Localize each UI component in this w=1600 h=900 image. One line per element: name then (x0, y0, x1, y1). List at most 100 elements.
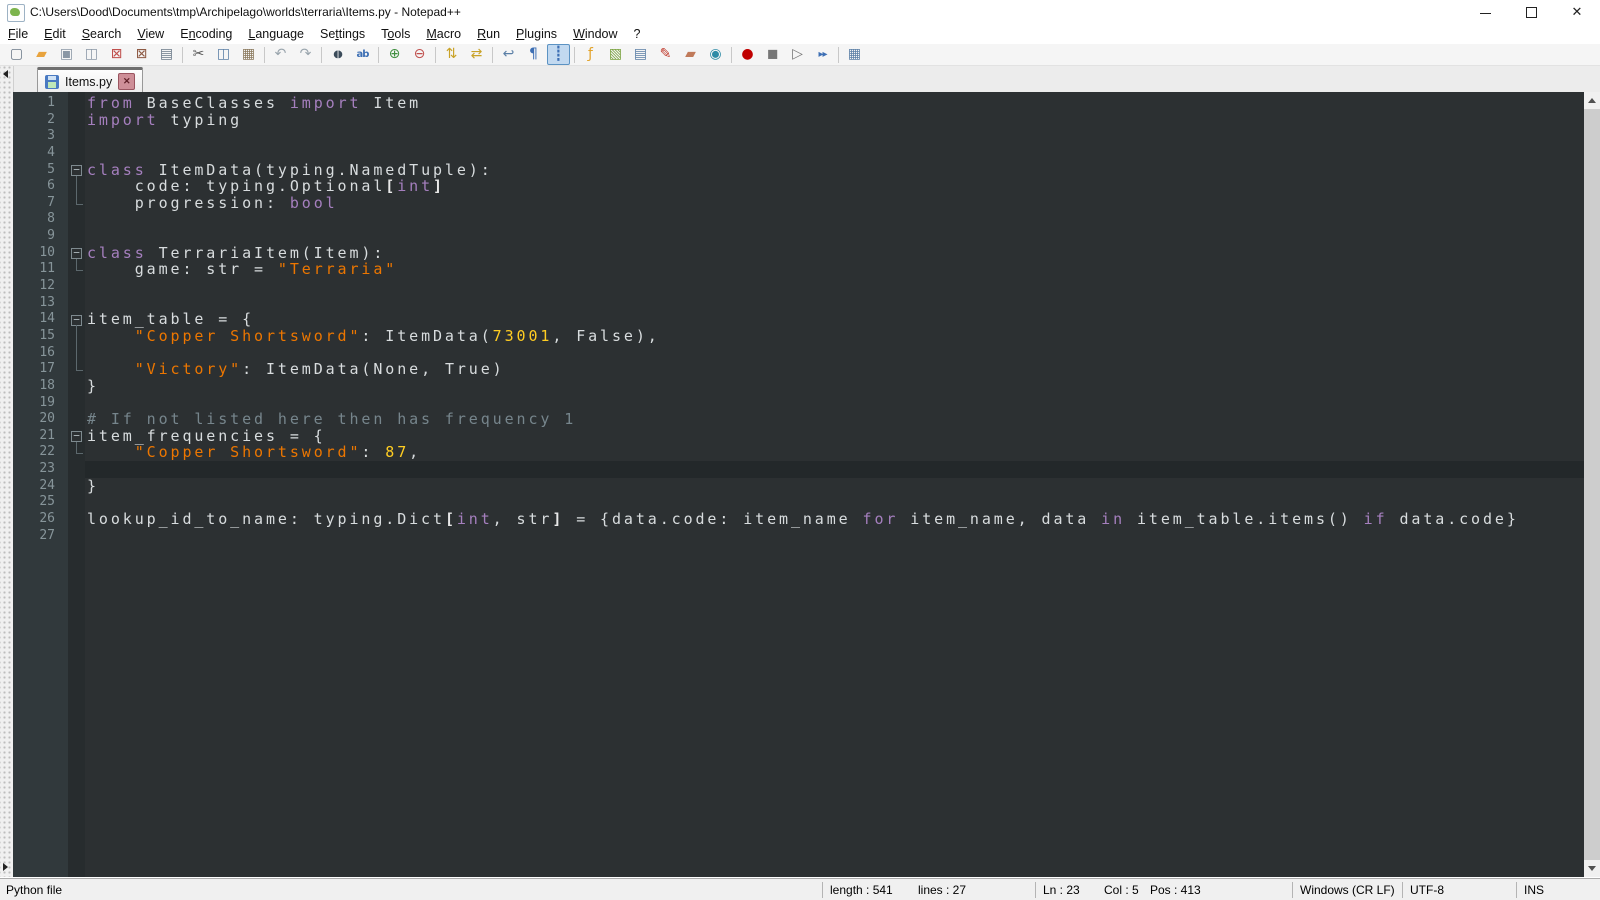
fold-margin-cell[interactable]: − (68, 162, 85, 179)
scrollbar-thumb[interactable] (1584, 109, 1600, 860)
editor-surface[interactable]: 1from BaseClasses import Item2import typ… (13, 92, 1584, 877)
macro-record-icon[interactable]: ● (736, 44, 759, 65)
scroll-up-button[interactable] (1584, 92, 1600, 109)
new-file-icon[interactable]: ▢ (5, 44, 28, 65)
line-number: 21 (13, 428, 68, 445)
code-text: "Victory": ItemData(None, True) (85, 361, 1584, 378)
fold-margin-cell (68, 461, 85, 478)
close-all-icon[interactable]: ⊠ (130, 44, 153, 65)
title-bar: C:\Users\Dood\Documents\tmp\Archipelago\… (0, 0, 1600, 24)
fold-collapse-icon[interactable]: − (71, 431, 82, 442)
word-wrap-icon[interactable]: ↩ (497, 44, 520, 65)
folder-workspace-icon[interactable]: ▰ (679, 44, 702, 65)
fold-line (76, 345, 77, 362)
code-line: 7 progression: bool (13, 195, 1584, 212)
cut-icon[interactable]: ✂ (187, 44, 210, 65)
menu-item-tools[interactable]: Tools (373, 24, 418, 44)
macro-play-icon[interactable]: ▷ (786, 44, 809, 65)
line-number: 23 (13, 461, 68, 478)
toolbar-separator (264, 47, 265, 63)
code-text: "Copper Shortsword": 87, (85, 444, 1584, 461)
menu-item-encoding[interactable]: Encoding (172, 24, 240, 44)
menu-item-settings[interactable]: Settings (312, 24, 373, 44)
menu-item-search[interactable]: Search (74, 24, 130, 44)
fold-margin-cell[interactable]: − (68, 245, 85, 262)
close-icon: ✕ (1554, 0, 1600, 24)
line-number: 16 (13, 345, 68, 362)
scroll-down-button[interactable] (1584, 860, 1600, 877)
line-number: 26 (13, 511, 68, 528)
line-number: 11 (13, 261, 68, 278)
fold-margin-cell (68, 411, 85, 428)
fold-margin-cell (68, 178, 85, 195)
app-icon (7, 4, 25, 22)
print-icon[interactable]: ▤ (155, 44, 178, 65)
copy-icon[interactable]: ◫ (212, 44, 235, 65)
fold-margin-cell (68, 261, 85, 278)
fold-collapse-icon[interactable]: − (71, 165, 82, 176)
menu-item-file[interactable]: File (0, 24, 36, 44)
tab-close-icon[interactable]: ✕ (118, 73, 135, 90)
toolbar: ▢▰▣◫⊠⊠▤✂◫▦↶↷◖◗ab⊕⊖⇅⇄↩¶┋ƒ▧▤✎▰◉●◼▷▸▸▦ (0, 44, 1600, 66)
code-text (85, 295, 1584, 312)
maximize-button[interactable] (1508, 0, 1554, 24)
menu-item-language[interactable]: Language (240, 24, 312, 44)
line-number: 25 (13, 494, 68, 511)
vertical-scrollbar[interactable] (1584, 92, 1600, 877)
menu-item-edit[interactable]: Edit (36, 24, 74, 44)
indent-guide-icon[interactable]: ┋ (547, 44, 570, 65)
left-dock-gripper[interactable] (0, 66, 14, 877)
minimize-button[interactable] (1462, 0, 1508, 24)
menu-item-view[interactable]: View (129, 24, 172, 44)
define-language-icon[interactable]: ✎ (654, 44, 677, 65)
close-button[interactable]: ✕ (1554, 0, 1600, 24)
line-number: 3 (13, 128, 68, 145)
menu-bar: FileEditSearchViewEncodingLanguageSettin… (0, 24, 1600, 44)
fold-margin-cell (68, 228, 85, 245)
undo-icon[interactable]: ↶ (269, 44, 292, 65)
fold-margin-cell (68, 395, 85, 412)
monitoring-eye-icon[interactable]: ◉ (704, 44, 727, 65)
notepadpp-window: C:\Users\Dood\Documents\tmp\Archipelago\… (0, 0, 1600, 900)
show-all-chars-icon[interactable]: ¶ (522, 44, 545, 65)
collapse-left-icon[interactable] (3, 70, 8, 78)
document-map-icon[interactable]: ▧ (604, 44, 627, 65)
function-list-icon[interactable]: ƒ (579, 44, 602, 65)
menu-item-macro[interactable]: Macro (418, 24, 469, 44)
sync-horizontal-icon[interactable]: ⇄ (465, 44, 488, 65)
menu-item-[interactable]: ? (626, 24, 649, 44)
sync-vertical-icon[interactable]: ⇅ (440, 44, 463, 65)
save-all-icon[interactable]: ◫ (80, 44, 103, 65)
line-number: 1 (13, 95, 68, 112)
tab-items-py[interactable]: Items.py ✕ (37, 67, 143, 93)
macro-stop-icon[interactable]: ◼ (761, 44, 784, 65)
paste-icon[interactable]: ▦ (237, 44, 260, 65)
redo-icon[interactable]: ↷ (294, 44, 317, 65)
code-text: item_frequencies = { (85, 428, 1584, 445)
fold-collapse-icon[interactable]: − (71, 248, 82, 259)
macro-run-multiple-icon[interactable]: ▸▸ (811, 44, 834, 65)
menu-item-run[interactable]: Run (469, 24, 508, 44)
zoom-in-icon[interactable]: ⊕ (383, 44, 406, 65)
zoom-out-icon[interactable]: ⊖ (408, 44, 431, 65)
status-insert-mode[interactable]: INS (1524, 882, 1544, 898)
fold-margin-cell (68, 195, 85, 212)
fold-margin-cell[interactable]: − (68, 311, 85, 328)
code-line: 18} (13, 378, 1584, 395)
fold-margin-cell[interactable]: − (68, 428, 85, 445)
code-text (85, 228, 1584, 245)
close-doc-icon[interactable]: ⊠ (105, 44, 128, 65)
macro-save-icon[interactable]: ▦ (843, 44, 866, 65)
fold-margin-cell (68, 278, 85, 295)
expand-right-icon[interactable] (3, 863, 8, 871)
document-list-icon[interactable]: ▤ (629, 44, 652, 65)
menu-item-window[interactable]: Window (565, 24, 625, 44)
menu-item-plugins[interactable]: Plugins (508, 24, 565, 44)
save-icon[interactable]: ▣ (55, 44, 78, 65)
open-folder-icon[interactable]: ▰ (30, 44, 53, 65)
fold-collapse-icon[interactable]: − (71, 315, 82, 326)
replace-icon[interactable]: ab (351, 44, 374, 65)
fold-margin-cell (68, 528, 85, 545)
tab-bar: Items.py ✕ (13, 66, 1600, 92)
find-icon[interactable]: ◖◗ (326, 44, 349, 65)
